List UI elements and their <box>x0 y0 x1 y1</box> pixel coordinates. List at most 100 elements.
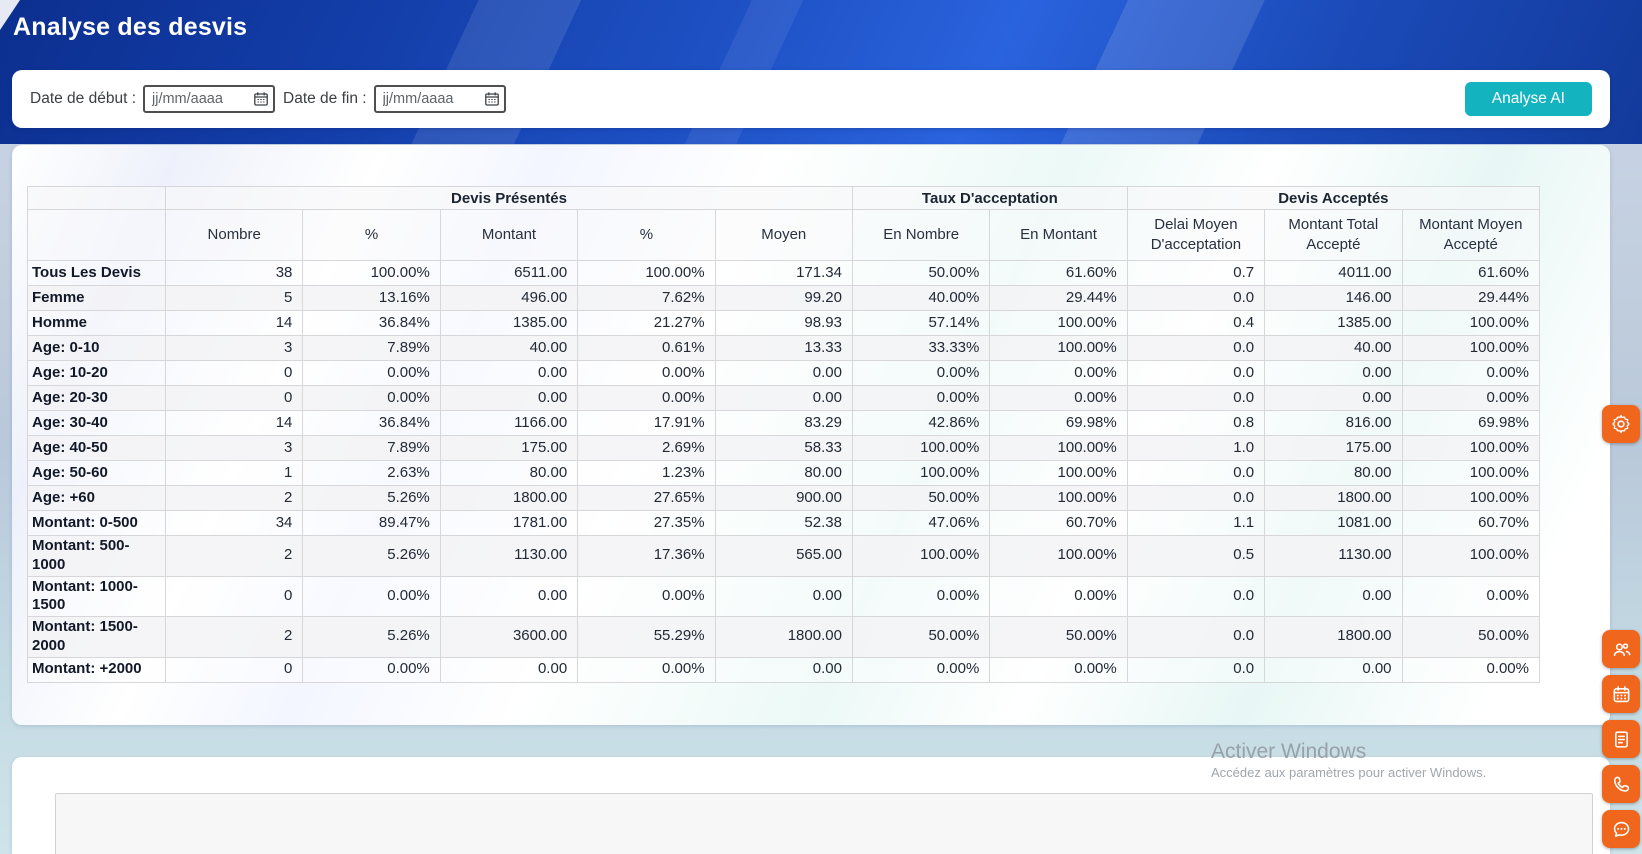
cell-value: 2.63% <box>303 461 440 486</box>
cell-value: 5.26% <box>303 486 440 511</box>
chat-button[interactable] <box>1602 810 1640 848</box>
calendar-button[interactable] <box>1602 675 1640 713</box>
cell-value: 0.00 <box>715 386 852 411</box>
end-date-label: Date de fin : <box>283 90 367 108</box>
column-header: Nombre <box>166 210 303 261</box>
cell-value: 0.00 <box>1265 386 1402 411</box>
cell-value: 89.47% <box>303 511 440 536</box>
cell-value: 40.00% <box>852 286 989 311</box>
table-row: Montant: +200000.00%0.000.00%0.000.00%0.… <box>28 657 1540 682</box>
row-label: Age: +60 <box>28 486 166 511</box>
cell-value: 100.00% <box>990 311 1127 336</box>
row-label: Tous Les Devis <box>28 261 166 286</box>
cell-value: 0.00% <box>303 576 440 617</box>
cell-value: 0.00% <box>1402 361 1539 386</box>
cell-value: 1800.00 <box>1265 617 1402 658</box>
users-button[interactable] <box>1602 630 1640 668</box>
start-date-wrap <box>143 85 275 113</box>
cell-value: 0.00 <box>715 361 852 386</box>
cell-value: 0.0 <box>1127 336 1264 361</box>
cell-value: 565.00 <box>715 536 852 577</box>
cell-value: 1385.00 <box>1265 311 1402 336</box>
cell-value: 83.29 <box>715 411 852 436</box>
cell-value: 14 <box>166 411 303 436</box>
settings-button[interactable] <box>1602 405 1640 443</box>
cell-value: 0.00% <box>578 657 715 682</box>
cell-value: 0.00 <box>440 576 577 617</box>
phone-icon <box>1611 774 1632 795</box>
cell-value: 3 <box>166 336 303 361</box>
phone-button[interactable] <box>1602 765 1640 803</box>
cell-value: 900.00 <box>715 486 852 511</box>
filter-bar: Date de début : Date de fin : <box>12 70 1610 128</box>
cell-value: 17.91% <box>578 411 715 436</box>
cell-value: 58.33 <box>715 436 852 461</box>
cell-value: 29.44% <box>990 286 1127 311</box>
table-row: Age: +6025.26%1800.0027.65%900.0050.00%1… <box>28 486 1540 511</box>
cell-value: 0.0 <box>1127 617 1264 658</box>
cell-value: 100.00% <box>852 536 989 577</box>
cell-value: 40.00 <box>440 336 577 361</box>
row-label: Age: 0-10 <box>28 336 166 361</box>
cell-value: 50.00% <box>990 617 1127 658</box>
start-date-label: Date de début : <box>30 90 136 108</box>
column-header: Moyen <box>715 210 852 261</box>
cell-value: 0.00% <box>1402 657 1539 682</box>
cell-value: 0.00% <box>852 361 989 386</box>
cell-value: 80.00 <box>715 461 852 486</box>
cell-value: 2 <box>166 536 303 577</box>
cell-value: 0.00% <box>852 657 989 682</box>
documents-button[interactable] <box>1602 720 1640 758</box>
column-header: % <box>578 210 715 261</box>
corner-subheader <box>28 210 166 261</box>
table-row: Age: 30-401436.84%1166.0017.91%83.2942.8… <box>28 411 1540 436</box>
cell-value: 0.7 <box>1127 261 1264 286</box>
table-row: Age: 0-1037.89%40.000.61%13.3333.33%100.… <box>28 336 1540 361</box>
column-header: En Nombre <box>852 210 989 261</box>
cell-value: 0.00% <box>303 657 440 682</box>
cell-value: 34 <box>166 511 303 536</box>
row-label: Age: 10-20 <box>28 361 166 386</box>
cell-value: 1.23% <box>578 461 715 486</box>
cell-value: 0.0 <box>1127 361 1264 386</box>
devis-analysis-table: Devis PrésentésTaux D'acceptationDevis A… <box>27 186 1540 683</box>
cell-value: 0 <box>166 386 303 411</box>
cell-value: 1.0 <box>1127 436 1264 461</box>
table-row: Age: 40-5037.89%175.002.69%58.33100.00%1… <box>28 436 1540 461</box>
cell-value: 496.00 <box>440 286 577 311</box>
column-group-header: Devis Acceptés <box>1127 187 1539 210</box>
row-label: Montant: 1500-2000 <box>28 617 166 658</box>
gear-icon <box>1610 413 1632 435</box>
cell-value: 1800.00 <box>1265 486 1402 511</box>
calendar-picker-icon[interactable] <box>253 91 269 112</box>
cell-value: 1081.00 <box>1265 511 1402 536</box>
cell-value: 100.00% <box>990 486 1127 511</box>
cell-value: 0 <box>166 576 303 617</box>
cell-value: 80.00 <box>440 461 577 486</box>
cell-value: 50.00% <box>852 261 989 286</box>
table-group-header-row: Devis PrésentésTaux D'acceptationDevis A… <box>28 187 1540 210</box>
cell-value: 7.89% <box>303 436 440 461</box>
cell-value: 0.61% <box>578 336 715 361</box>
cell-value: 14 <box>166 311 303 336</box>
analyse-ai-button[interactable]: Analyse AI <box>1465 82 1592 116</box>
cell-value: 100.00% <box>852 461 989 486</box>
cell-value: 6511.00 <box>440 261 577 286</box>
cell-value: 36.84% <box>303 411 440 436</box>
calendar-picker-icon[interactable] <box>484 91 500 112</box>
cell-value: 42.86% <box>852 411 989 436</box>
cell-value: 60.70% <box>1402 511 1539 536</box>
cell-value: 0.00% <box>303 361 440 386</box>
cell-value: 0.00 <box>440 657 577 682</box>
cell-value: 0.0 <box>1127 386 1264 411</box>
cell-value: 1.1 <box>1127 511 1264 536</box>
cell-value: 7.89% <box>303 336 440 361</box>
row-label: Homme <box>28 311 166 336</box>
cell-value: 0.00% <box>990 576 1127 617</box>
table-row: Age: 20-3000.00%0.000.00%0.000.00%0.00%0… <box>28 386 1540 411</box>
cell-value: 0.00 <box>715 576 852 617</box>
table-row: Homme1436.84%1385.0021.27%98.9357.14%100… <box>28 311 1540 336</box>
cell-value: 1130.00 <box>440 536 577 577</box>
cell-value: 33.33% <box>852 336 989 361</box>
cell-value: 0 <box>166 657 303 682</box>
